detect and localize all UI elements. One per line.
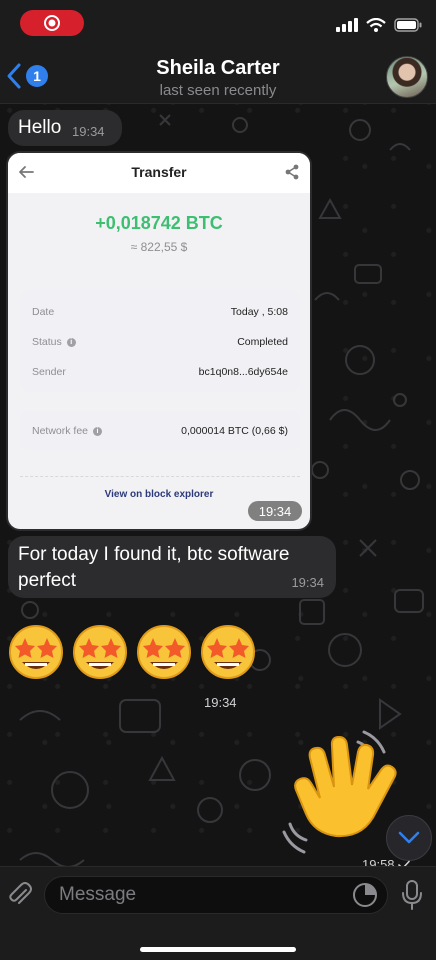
fee-value: 0,000014 BTC (0,66 $) xyxy=(181,425,288,437)
detail-label: Status xyxy=(32,336,62,348)
cellular-signal-icon xyxy=(336,18,358,32)
star-struck-emoji-icon xyxy=(73,625,127,679)
detail-row-fee: Network fee i 0,000014 BTC (0,66 $) xyxy=(32,421,288,441)
message-time: 19:34 xyxy=(72,124,105,139)
detail-value: Completed xyxy=(237,336,288,348)
record-icon xyxy=(44,15,60,31)
fee-label: Network fee xyxy=(32,425,89,437)
last-seen-status: last seen recently xyxy=(159,82,277,99)
contact-avatar[interactable] xyxy=(386,56,428,98)
detail-row-status: Status i Completed xyxy=(32,332,288,352)
contact-name: Sheila Carter xyxy=(156,57,280,79)
message-time: 19:34 xyxy=(248,501,302,521)
detail-row-sender: Sender bc1q0n8...6dy654e xyxy=(32,362,288,382)
attachment-icon[interactable] xyxy=(6,881,34,909)
detail-label-wrap: Status i xyxy=(32,336,76,348)
info-icon: i xyxy=(93,426,103,436)
message-time: 19:34 xyxy=(291,575,324,590)
fiat-amount: ≈ 822,55 $ xyxy=(130,240,188,254)
share-icon xyxy=(285,164,299,180)
home-indicator[interactable] xyxy=(140,947,296,952)
fee-card: Network fee i 0,000014 BTC (0,66 $) xyxy=(20,411,300,451)
chat-header: 1 Sheila Carter last seen recently xyxy=(0,40,436,104)
emoji-message[interactable] xyxy=(6,620,258,680)
detail-value: Today , 5:08 xyxy=(230,306,288,318)
contact-title-block[interactable]: Sheila Carter last seen recently xyxy=(0,57,436,99)
block-explorer-link: View on block explorer xyxy=(104,489,214,500)
info-icon: i xyxy=(66,337,76,347)
message-bubble-found[interactable]: For today I found it, btc software perfe… xyxy=(8,536,336,598)
screen-recording-indicator[interactable] xyxy=(20,10,84,36)
message-text: Hello xyxy=(18,117,62,138)
divider xyxy=(20,476,300,477)
details-card: Date Today , 5:08 Status i Completed Sen… xyxy=(20,290,300,392)
detail-row-date: Date Today , 5:08 xyxy=(32,302,288,322)
screenshot-header: Transfer xyxy=(8,153,310,193)
message-text: For today I found it, btc software perfe… xyxy=(18,544,290,591)
detail-label: Date xyxy=(32,306,55,318)
chevron-down-icon xyxy=(398,831,420,844)
microphone-icon[interactable] xyxy=(400,879,424,911)
wifi-icon xyxy=(366,18,386,32)
battery-icon xyxy=(394,18,422,32)
message-input-bar xyxy=(0,866,436,960)
screenshot-title: Transfer xyxy=(131,164,187,180)
detail-label: Sender xyxy=(32,366,66,378)
fee-label-wrap: Network fee i xyxy=(32,425,103,437)
star-struck-emoji-icon xyxy=(137,625,191,679)
star-struck-emoji-icon xyxy=(201,625,255,679)
sticker-icon[interactable] xyxy=(352,882,378,908)
message-bubble-hello[interactable]: Hello 19:34 xyxy=(8,110,122,146)
star-struck-emoji-icon xyxy=(9,625,63,679)
message-time: 19:34 xyxy=(204,695,237,710)
message-photo-transfer[interactable]: Transfer +0,018742 BTC ≈ 822,55 $ Date T… xyxy=(6,151,312,531)
message-input[interactable] xyxy=(44,876,388,914)
detail-value: bc1q0n8...6dy654e xyxy=(198,366,288,378)
btc-amount: +0,018742 BTC xyxy=(95,213,223,233)
scroll-to-bottom-button[interactable] xyxy=(386,815,432,861)
transfer-screenshot[interactable]: Transfer +0,018742 BTC ≈ 822,55 $ Date T… xyxy=(8,153,310,529)
